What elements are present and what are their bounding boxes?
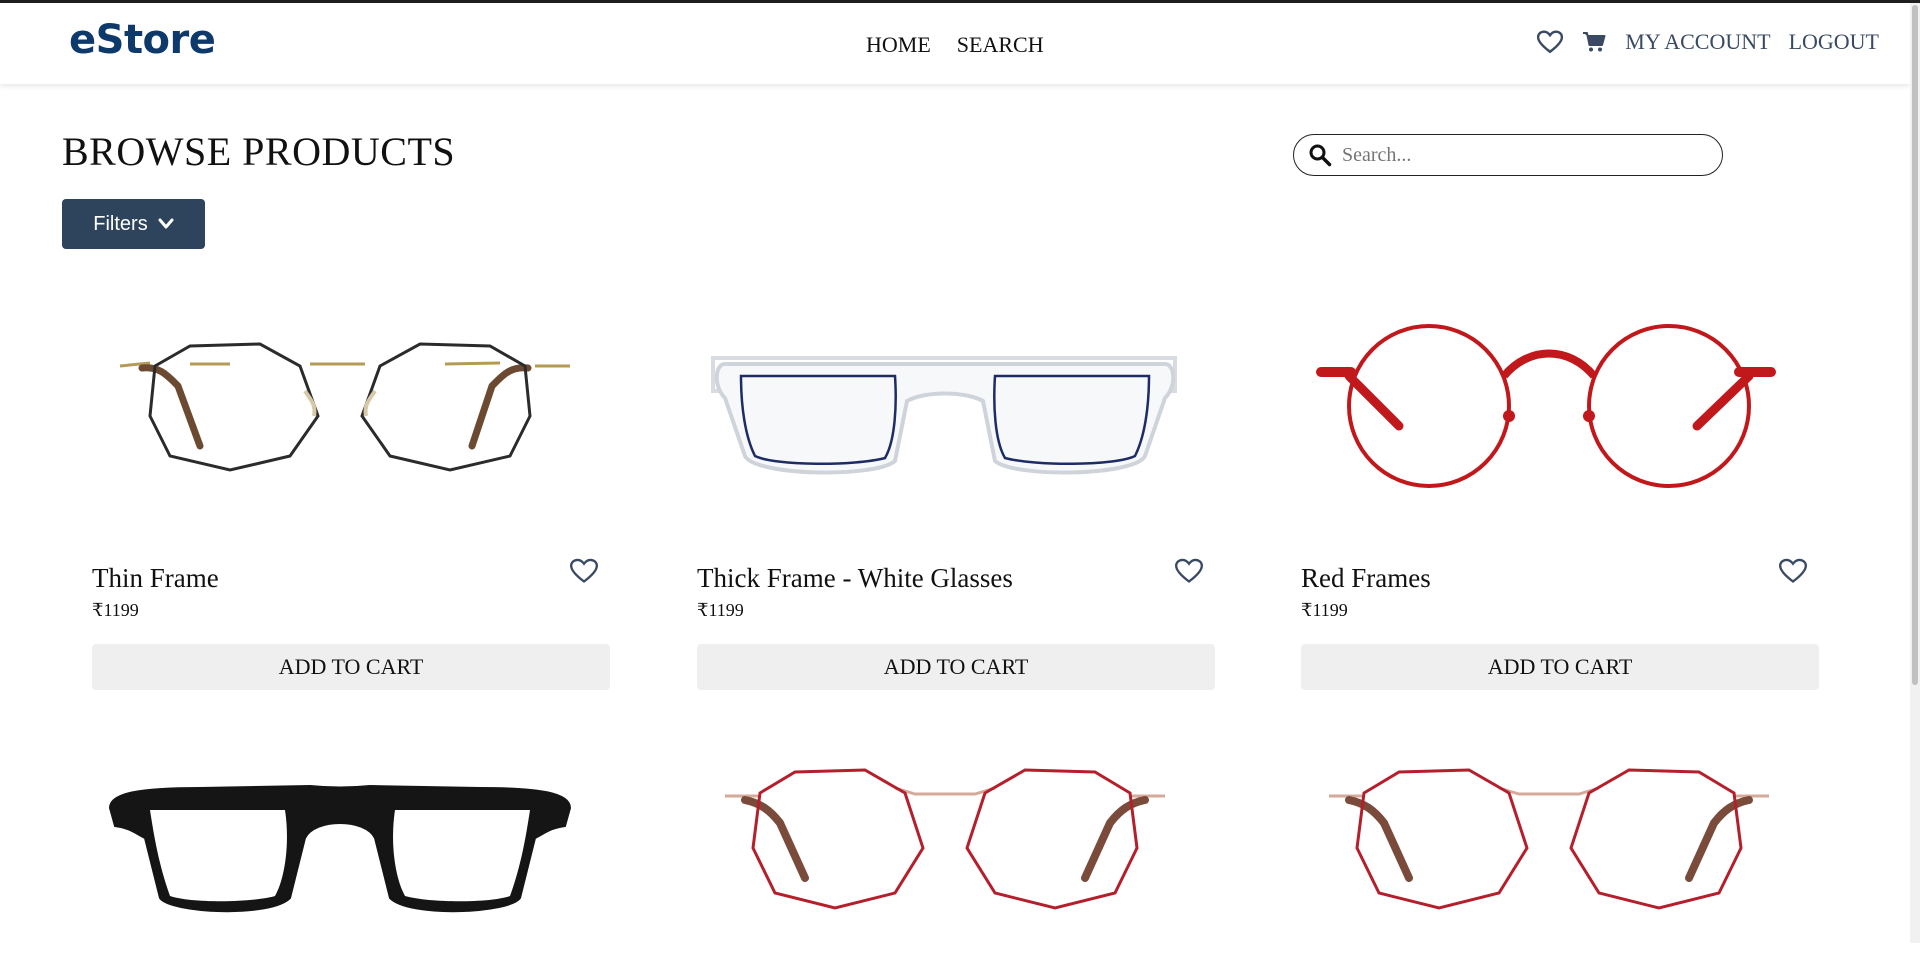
search-input[interactable] [1340, 142, 1704, 168]
heart-icon[interactable] [1537, 29, 1564, 55]
filters-button[interactable]: Filters [62, 199, 205, 249]
product-name[interactable]: Thick Frame - White Glasses [697, 563, 1013, 594]
nav-home-link[interactable]: HOME [866, 32, 931, 58]
logo[interactable]: eStore [69, 17, 216, 63]
product-card: Red Frames ₹1199 ADD TO CART [1301, 318, 1821, 690]
product-image[interactable] [697, 760, 1217, 980]
account-nav: MY ACCOUNT LOGOUT [1537, 29, 1879, 55]
add-to-cart-button[interactable]: ADD TO CART [1301, 644, 1819, 690]
product-image[interactable] [697, 318, 1217, 538]
product-card [1301, 760, 1821, 980]
add-to-cart-button[interactable]: ADD TO CART [92, 644, 610, 690]
product-name[interactable]: Thin Frame [92, 563, 219, 594]
product-card: Thick Frame - White Glasses ₹1199 ADD TO… [697, 318, 1217, 690]
page-scrollbar[interactable] [1910, 3, 1920, 943]
chevron-down-icon [158, 218, 174, 229]
main-nav: HOME SEARCH [866, 32, 1044, 58]
wishlist-heart-icon[interactable] [1778, 558, 1811, 590]
product-name[interactable]: Red Frames [1301, 563, 1431, 594]
product-price: ₹1199 [1301, 600, 1348, 620]
logout-link[interactable]: LOGOUT [1789, 29, 1879, 55]
product-price: ₹1199 [697, 600, 744, 620]
my-account-link[interactable]: MY ACCOUNT [1625, 29, 1770, 55]
wishlist-heart-icon[interactable] [569, 558, 602, 590]
product-card [92, 760, 612, 980]
filters-label: Filters [93, 212, 148, 235]
scrollbar-thumb[interactable] [1912, 5, 1918, 685]
search-icon [1308, 142, 1334, 168]
product-image[interactable] [1301, 318, 1821, 538]
add-to-cart-button[interactable]: ADD TO CART [697, 644, 1215, 690]
top-navbar: eStore HOME SEARCH MY ACCOUNT LOGOUT [0, 3, 1910, 84]
nav-search-link[interactable]: SEARCH [957, 32, 1044, 58]
page-title: BROWSE PRODUCTS [62, 129, 456, 174]
product-card: Thin Frame ₹1199 ADD TO CART [92, 318, 612, 690]
product-image[interactable] [92, 760, 612, 980]
product-image[interactable] [1301, 760, 1821, 980]
product-image[interactable] [92, 318, 612, 538]
cart-icon[interactable] [1581, 29, 1607, 55]
wishlist-heart-icon[interactable] [1174, 558, 1207, 590]
product-card [697, 760, 1217, 980]
product-price: ₹1199 [92, 600, 139, 620]
search-box [1293, 134, 1723, 176]
